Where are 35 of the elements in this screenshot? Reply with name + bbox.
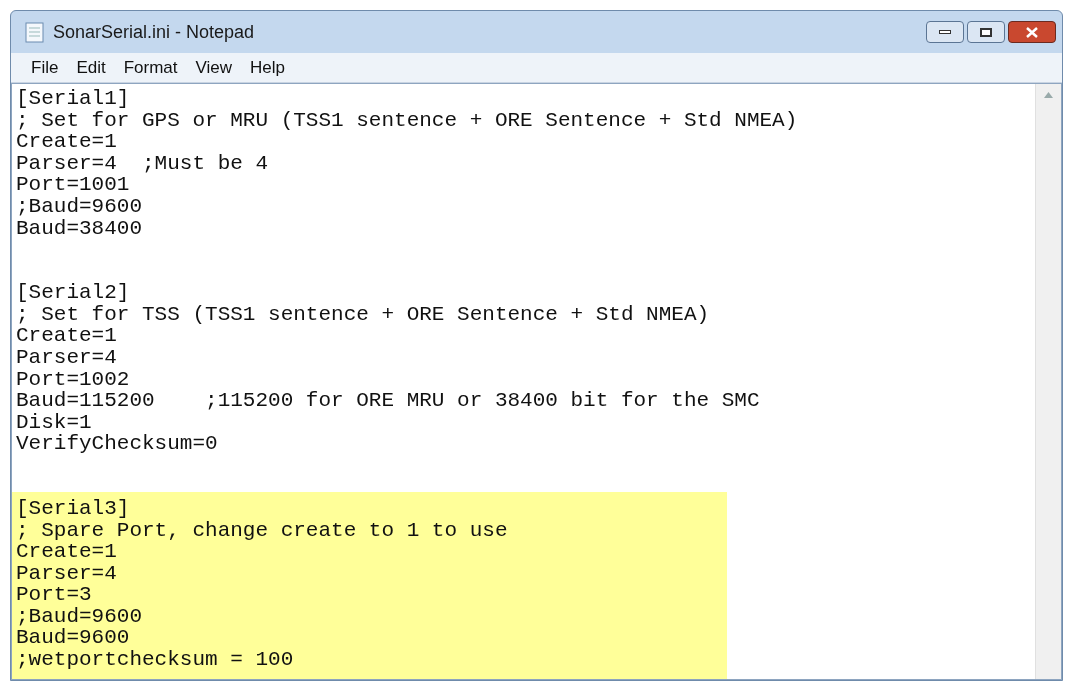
text-line: ; Spare Port, change create to 1 to use: [15, 519, 508, 542]
text-line: Create=1: [15, 541, 117, 563]
text-line: Baud=115200 ;115200 for ORE MRU or 38400 bit for the SMC: [15, 390, 760, 412]
menu-item[interactable]: View: [187, 54, 241, 81]
scroll-up-icon: [1044, 92, 1053, 98]
maximize-button[interactable]: [967, 21, 1005, 43]
text-line: ;Baud=9600: [15, 605, 143, 628]
close-icon: [1026, 26, 1038, 38]
text-line: Disk=1: [15, 411, 92, 434]
text-line: Parser=4 ;Must be 4: [15, 152, 269, 175]
menu-item[interactable]: File: [23, 54, 67, 81]
menu-item[interactable]: Help: [242, 54, 294, 81]
text-line: Create=1: [15, 131, 117, 153]
text-line: Baud=9600: [15, 627, 130, 650]
text-line: Create=1: [15, 325, 117, 347]
text-line: [Serial1]: [15, 88, 130, 110]
menu-item[interactable]: Format: [115, 54, 186, 81]
text-line: ;Baud=9600: [15, 195, 143, 218]
menu-item[interactable]: Edit: [68, 54, 114, 81]
text-line: [Serial2]: [15, 282, 130, 304]
notepad-icon: [25, 21, 45, 43]
text-line: ; Set for GPS or MRU (TSS1 sentence + ORE Sentence + Std NMEA): [15, 109, 798, 132]
text-line: ; Set for TSS (TSS1 sentence + ORE Sentence + Std NMEA): [15, 303, 710, 326]
text-line: VerifyChecksum=0: [15, 433, 218, 455]
text-line: Parser=4: [15, 346, 117, 369]
text-line: [Serial3]: [15, 497, 130, 520]
minimize-button[interactable]: [926, 21, 964, 43]
text-line: ;wetportchecksum = 100: [15, 649, 294, 671]
text-line: Port=1002: [15, 368, 130, 391]
text-line: Parser=4: [15, 562, 117, 585]
text-line: Port=1001: [15, 174, 130, 196]
window-title: SonarSerial.ini - Notepad: [53, 20, 255, 44]
text-line: Port=3: [15, 584, 92, 606]
text-line: Baud=38400: [15, 217, 143, 240]
close-button[interactable]: [1008, 21, 1056, 43]
